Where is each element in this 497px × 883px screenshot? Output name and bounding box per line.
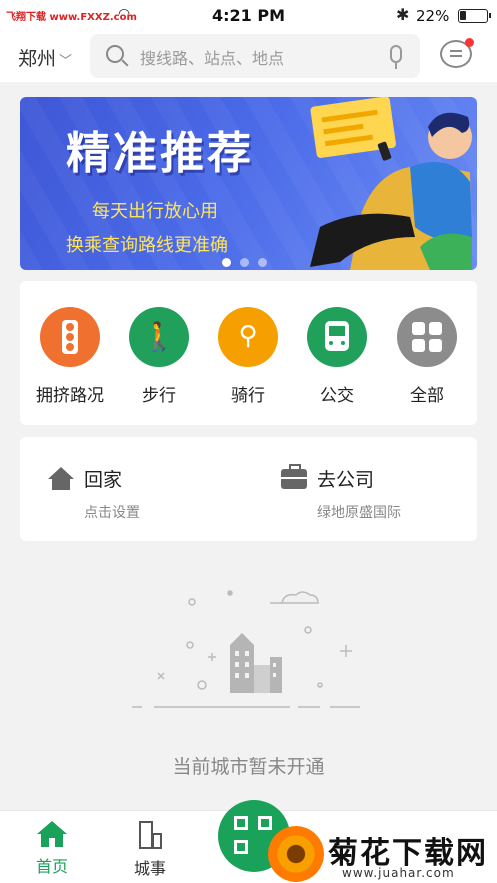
quick-action-all[interactable]: 全部 bbox=[387, 307, 467, 406]
quick-action-bike[interactable]: ⚲ 骑行 bbox=[208, 307, 288, 406]
microphone-icon[interactable] bbox=[390, 45, 402, 69]
favorite-work-title: 去公司 bbox=[317, 469, 375, 491]
banner-title: 精准推荐 bbox=[66, 128, 254, 179]
search-input[interactable]: 搜线路、站点、地点 bbox=[90, 34, 420, 78]
city-name: 郑州 bbox=[18, 48, 57, 70]
quick-action-walk[interactable]: 🚶 步行 bbox=[119, 307, 199, 406]
favorite-work[interactable]: 去公司 绿地原盛国际 bbox=[281, 464, 401, 522]
qr-code-icon bbox=[234, 816, 248, 830]
quick-action-label: 步行 bbox=[142, 386, 176, 406]
watermark-url: www.juahar.com bbox=[342, 866, 455, 880]
search-icon bbox=[106, 45, 124, 63]
city-selector[interactable]: 郑州 ﹀ bbox=[18, 44, 72, 71]
banner-line-2: 换乘查询路线更准确 bbox=[66, 235, 228, 256]
quick-action-label: 全部 bbox=[410, 386, 444, 406]
favorite-home-title: 回家 bbox=[84, 469, 123, 491]
status-bar: 飞翔下载 www.FXXZ.com ◠ 4:21 PM ✱ 22% bbox=[0, 0, 497, 32]
quick-action-label: 公交 bbox=[320, 386, 354, 406]
search-placeholder: 搜线路、站点、地点 bbox=[140, 49, 285, 68]
quick-action-label: 拥挤路况 bbox=[36, 386, 104, 406]
tab-home[interactable]: 首页 bbox=[12, 821, 92, 877]
home-icon bbox=[37, 821, 67, 847]
empty-state-message: 当前城市暂未开通 bbox=[172, 756, 325, 778]
top-bar: 郑州 ﹀ 搜线路、站点、地点 bbox=[0, 32, 497, 82]
favorite-home-subtitle: 点击设置 bbox=[84, 505, 140, 521]
quick-actions-card: 拥挤路况 🚶 步行 ⚲ 骑行 公交 全部 bbox=[20, 281, 477, 425]
traffic-light-icon bbox=[40, 307, 100, 367]
favorite-home[interactable]: 回家 点击设置 bbox=[48, 465, 140, 522]
tab-city[interactable]: 城事 bbox=[110, 821, 190, 879]
quick-action-bus[interactable]: 公交 bbox=[297, 307, 377, 406]
watermark-flower-logo bbox=[268, 826, 324, 882]
notification-dot bbox=[465, 38, 474, 47]
city-building-illustration bbox=[132, 590, 360, 708]
message-icon bbox=[450, 50, 462, 52]
banner-dot[interactable] bbox=[222, 258, 231, 267]
favorites-card: 回家 点击设置 去公司 绿地原盛国际 bbox=[20, 437, 477, 541]
building-icon bbox=[135, 821, 165, 849]
bluetooth-icon: ✱ bbox=[396, 5, 410, 24]
chevron-down-icon: ﹀ bbox=[59, 54, 73, 69]
message-button[interactable] bbox=[440, 38, 474, 68]
banner-dot[interactable] bbox=[258, 258, 267, 267]
banner-dot[interactable] bbox=[240, 258, 249, 267]
banner-pagination bbox=[222, 252, 276, 270]
walking-icon: 🚶 bbox=[129, 307, 189, 367]
banner-line-1: 每天出行放心用 bbox=[92, 201, 218, 222]
battery-percent: 22% bbox=[416, 7, 450, 25]
favorite-work-subtitle: 绿地原盛国际 bbox=[317, 505, 401, 521]
home-icon bbox=[48, 467, 74, 491]
grid-icon bbox=[397, 307, 457, 367]
tab-home-label: 首页 bbox=[35, 857, 68, 876]
quick-action-label: 骑行 bbox=[231, 386, 265, 406]
tab-city-label: 城事 bbox=[133, 859, 166, 878]
briefcase-icon bbox=[281, 464, 307, 489]
quick-action-traffic[interactable]: 拥挤路况 bbox=[30, 307, 110, 406]
bus-icon bbox=[307, 307, 367, 367]
bicycle-icon: ⚲ bbox=[218, 307, 278, 367]
promo-banner[interactable]: 精准推荐 每天出行放心用 换乘查询路线更准确 bbox=[20, 97, 477, 270]
battery-icon bbox=[458, 9, 491, 23]
